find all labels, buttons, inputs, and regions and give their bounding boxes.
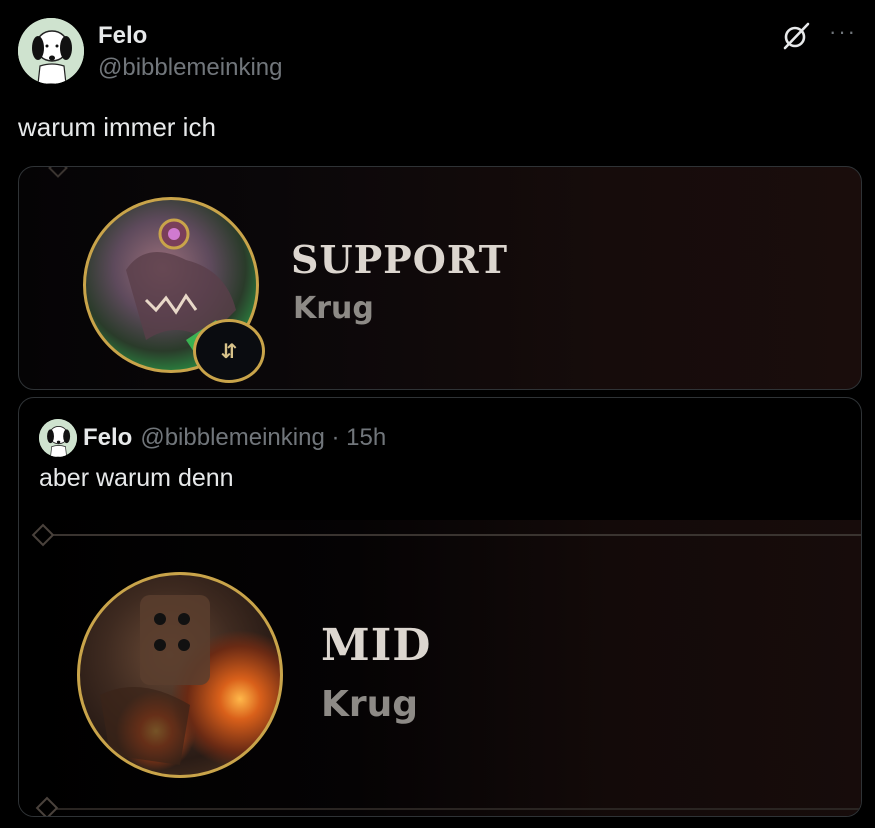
tweet-header: Felo @bibblemeinking ··· [18, 18, 857, 84]
champion-art-icon [100, 595, 210, 765]
decorative-line [43, 808, 861, 810]
quoted-media-image: MID Krug [19, 520, 861, 816]
champion-portrait [77, 572, 283, 778]
decorative-diamond [48, 167, 68, 178]
tweet-media-image[interactable]: ⇵ SUPPORT Krug [18, 166, 862, 390]
author-handle[interactable]: @bibblemeinking [98, 54, 282, 82]
champion-label: Krug [293, 291, 374, 326]
quoted-tweet-text: aber warum denn [39, 464, 234, 492]
quoted-author-name: Felo [83, 424, 133, 451]
decorative-line [39, 534, 861, 536]
champion-label: Krug [321, 684, 419, 725]
author-name[interactable]: Felo [98, 22, 147, 50]
quoted-author-avatar [39, 419, 77, 457]
role-swap-badge: ⇵ [193, 319, 265, 383]
role-label: SUPPORT [291, 237, 509, 282]
grok-icon[interactable] [781, 21, 811, 51]
quoted-author-handle: @bibblemeinking · 15h [140, 424, 387, 451]
author-avatar[interactable] [18, 18, 84, 84]
snoopy-avatar-icon [39, 419, 77, 457]
decorative-diamond [35, 796, 59, 816]
decorative-diamond [31, 523, 55, 547]
tweet-text: warum immer ich [18, 112, 216, 142]
role-label: MID [321, 620, 432, 671]
quoted-tweet[interactable]: Felo @bibblemeinking · 15h aber warum de… [18, 397, 862, 817]
snoopy-avatar-icon [18, 18, 84, 84]
more-icon[interactable]: ··· [829, 21, 857, 43]
